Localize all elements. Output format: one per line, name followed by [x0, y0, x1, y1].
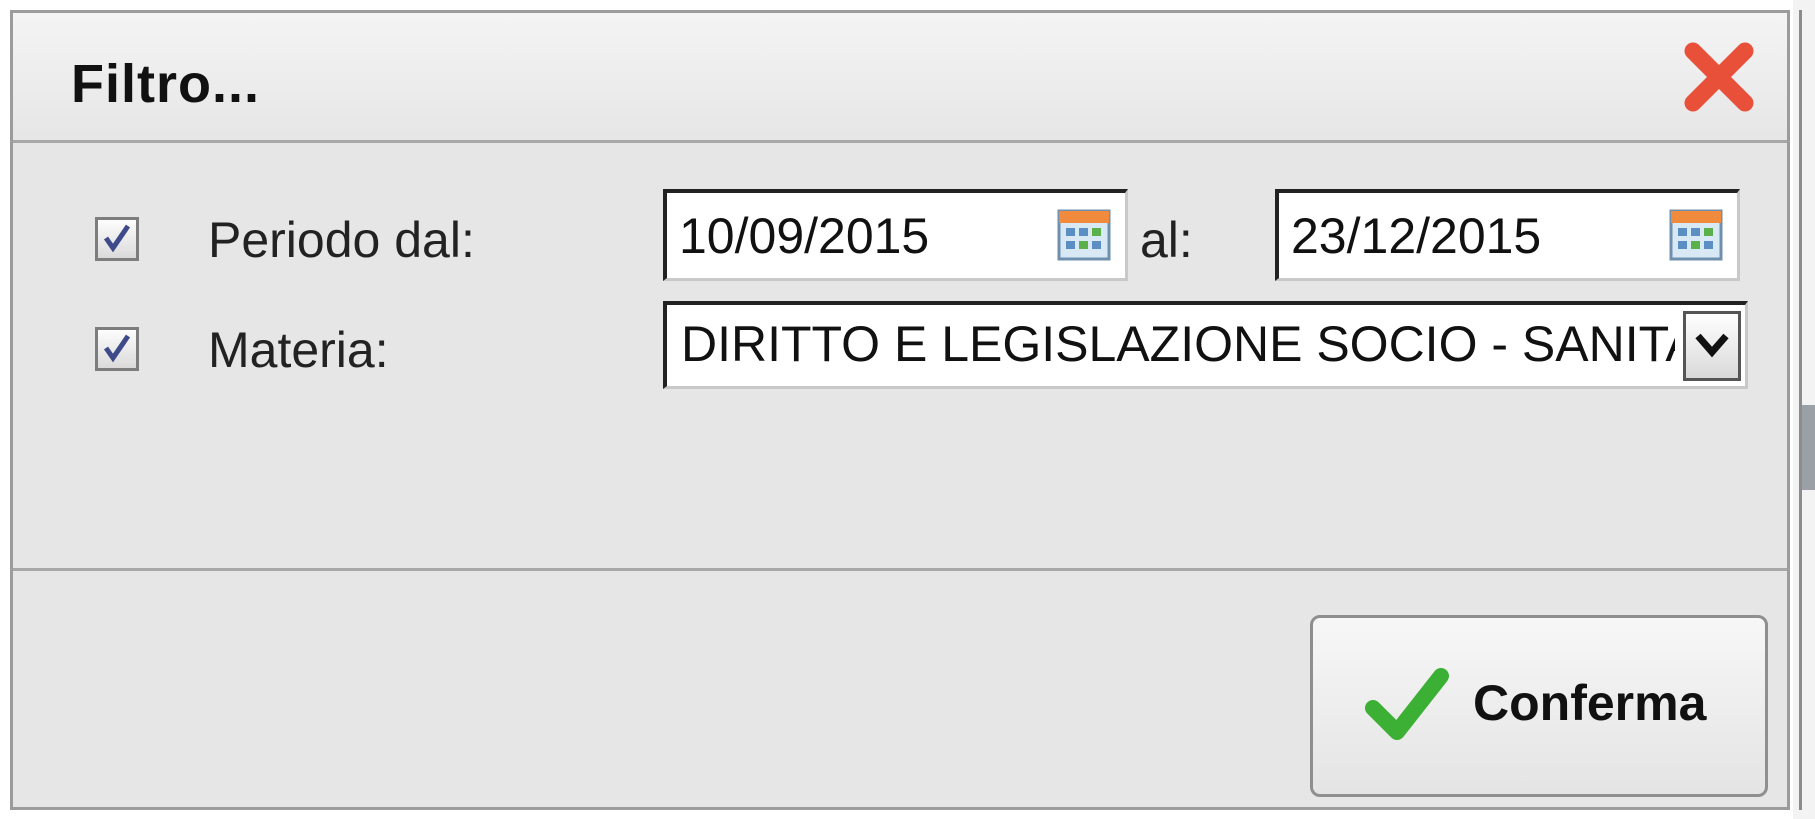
subject-checkbox[interactable]: [95, 327, 139, 371]
period-to-field[interactable]: [1275, 189, 1740, 281]
confirm-label: Conferma: [1473, 675, 1707, 731]
subject-selected-value: DIRITTO E LEGISLAZIONE SOCIO - SANITARIA: [681, 316, 1675, 372]
period-row: Periodo dal: 10/09/2015 al: 23/12/2015: [13, 189, 1787, 289]
period-to-input[interactable]: [1291, 203, 1621, 269]
calendar-icon: [1669, 209, 1723, 261]
subject-select[interactable]: DIRITTO E LEGISLAZIONE SOCIO - SANITARIA: [663, 301, 1748, 389]
filter-form: Periodo dal: 10/09/2015 al: 23/12/2015 M…: [13, 143, 1787, 571]
period-to-calendar-button[interactable]: [1669, 209, 1723, 261]
period-from-field[interactable]: [663, 189, 1128, 281]
screen: Filtro... Periodo dal: 10/09/2015 al: 23…: [0, 0, 1815, 819]
confirm-button[interactable]: Conferma: [1310, 615, 1768, 797]
checkmark-small-icon: [103, 224, 131, 253]
close-icon: [1684, 42, 1754, 112]
period-label: Periodo dal:: [208, 212, 475, 268]
dialog-footer: Conferma: [13, 571, 1787, 807]
close-button[interactable]: [1679, 37, 1759, 117]
chevron-down-icon: [1695, 333, 1729, 358]
calendar-icon: [1057, 209, 1111, 261]
background-window-edge: [1793, 0, 1815, 819]
period-checkbox[interactable]: [95, 217, 139, 261]
dialog-title: Filtro...: [71, 54, 260, 114]
filter-dialog: Filtro... Periodo dal: 10/09/2015 al: 23…: [10, 10, 1790, 810]
subject-dropdown-button[interactable]: [1683, 311, 1741, 381]
subject-row: Materia: DIRITTO E LEGISLAZIONE SOCIO - …: [13, 301, 1787, 401]
checkmark-icon: [1365, 668, 1449, 740]
period-from-calendar-button[interactable]: [1057, 209, 1111, 261]
period-from-input[interactable]: [679, 203, 1009, 269]
dialog-titlebar[interactable]: Filtro...: [13, 13, 1787, 143]
subject-label: Materia:: [208, 322, 389, 378]
checkmark-small-icon: [103, 334, 131, 363]
background-scrollbar-thumb[interactable]: [1802, 405, 1815, 490]
period-to-label: al:: [1140, 212, 1193, 268]
